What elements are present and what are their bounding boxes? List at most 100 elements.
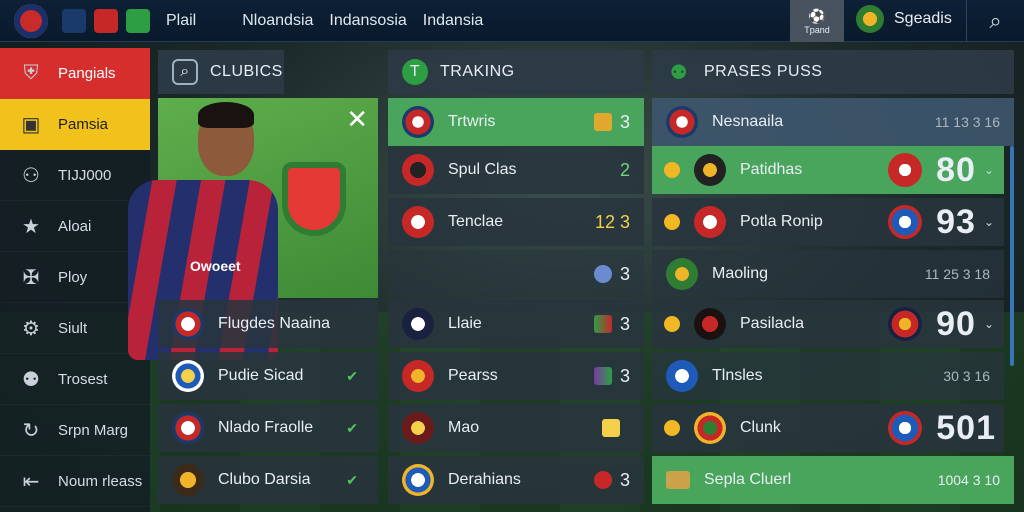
ranking-row[interactable]: Tenclae 12 3 xyxy=(388,198,644,246)
ranking-row[interactable]: Trtwris 3 xyxy=(388,98,644,146)
sidebar-item-label: Ploy xyxy=(58,268,88,286)
sidebar-item-label: Trosest xyxy=(58,370,108,388)
boot-mini-icon[interactable] xyxy=(126,8,150,33)
coin-icon xyxy=(664,214,680,230)
ranking-row[interactable]: Pearss 3 xyxy=(388,352,644,400)
team-icon: ⚉ xyxy=(22,368,40,391)
search-icon: ⌕ xyxy=(989,8,1002,33)
sidebar-item-srpn-marg[interactable]: ↻ Srpn Marg xyxy=(0,405,150,456)
nav-tab-4[interactable]: Indansia xyxy=(423,12,484,30)
prases-row-score: 80 xyxy=(936,150,976,189)
club-crest-icon xyxy=(402,412,434,444)
nav-tab-1[interactable]: Plail xyxy=(166,12,196,30)
shield-mini-icon[interactable] xyxy=(62,8,86,33)
sidebar-item-label: TIJJ000 xyxy=(58,166,112,184)
chevron-down-icon[interactable]: ⌄ xyxy=(984,317,994,331)
ranking-row-value: 3 xyxy=(619,365,630,386)
club-crest-icon xyxy=(694,206,726,238)
search-icon[interactable]: ⌕ xyxy=(172,59,198,85)
prases-row[interactable]: Patidhas 80 ⌄ xyxy=(652,146,1004,194)
ranking-row[interactable]: 3 xyxy=(388,250,644,298)
ranking-title: TRAKING xyxy=(440,63,515,80)
tpand-button[interactable]: ⚽ Tpand xyxy=(790,0,844,42)
club-crest-icon xyxy=(694,412,726,444)
badge-icon xyxy=(593,471,612,489)
prases-row[interactable]: Clunk 501 xyxy=(652,404,1004,452)
settings-icon: ⚙ xyxy=(22,317,40,340)
squads-button[interactable]: Sgeadis xyxy=(856,5,952,33)
prases-row-name: Clunk xyxy=(740,419,781,436)
chevron-down-icon[interactable]: ✔ xyxy=(346,420,358,437)
club-crest-icon xyxy=(172,360,204,392)
prases-row-name: Pasilacla xyxy=(740,315,805,332)
chevron-down-icon[interactable]: ⌄ xyxy=(984,215,994,229)
prases-row[interactable]: Maoling 11 25 3 18 xyxy=(652,250,1004,298)
ranking-row-value: 2 xyxy=(619,159,630,180)
prases-row[interactable]: Pasilacla 90 ⌄ xyxy=(652,300,1004,348)
prases-header: ⚉ PRASES PUSS xyxy=(652,50,1014,94)
ranking-row[interactable]: Spul Clas 2 xyxy=(388,146,644,194)
prases-row-name: Patidhas xyxy=(740,161,803,178)
chevron-down-icon[interactable]: ✔ xyxy=(346,368,358,385)
top-bar: Plail Nloandsia Indansosia Indansia ⚽ Tp… xyxy=(0,0,1024,42)
ranking-row-name: Tenclae xyxy=(448,213,504,230)
scrollbar[interactable] xyxy=(1010,146,1014,366)
prases-row[interactable]: Tlnsles 30 3 16 xyxy=(652,352,1004,400)
nav-tab-2[interactable]: Nloandsia xyxy=(242,12,313,30)
jersey-sponsor: Owoeet xyxy=(190,258,241,274)
ranking-row[interactable]: Llaie 3 xyxy=(388,300,644,348)
sidebar-item-pangials[interactable]: ⛨ Pangials xyxy=(0,48,150,99)
prases-row-score: 90 xyxy=(936,304,976,343)
club-crest-icon xyxy=(402,106,434,138)
clubs-header: ⌕ CLUBICS xyxy=(158,50,284,94)
opponent-crest-icon xyxy=(888,153,923,187)
club-crest-icon xyxy=(172,412,204,444)
club-row-name: Pudie Sicad xyxy=(218,367,304,384)
club-shield-icon xyxy=(282,162,346,236)
prases-row-name: Potla Ronip xyxy=(740,213,823,230)
club-mini-icon[interactable] xyxy=(94,8,118,33)
tpand-label: Tpand xyxy=(804,24,830,35)
club-row[interactable]: Flugdes Naaina xyxy=(158,300,378,348)
opponent-crest-icon xyxy=(888,307,923,341)
shield-icon: ⛨ xyxy=(23,61,39,84)
club-crest-icon xyxy=(666,258,698,290)
ranking-row[interactable]: Mao xyxy=(388,404,644,452)
search-button[interactable]: ⌕ xyxy=(966,0,1024,42)
sidebar-item-tijj000[interactable]: ⚇ TIJJ000 xyxy=(0,150,150,201)
prases-row[interactable]: Potla Ronip 93 ⌄ xyxy=(652,198,1004,246)
chat-icon: ▣ xyxy=(21,113,41,136)
person-icon: ⚇ xyxy=(22,164,40,187)
squads-crest-icon xyxy=(856,5,884,33)
club-row[interactable]: Nlado Fraolle ✔ xyxy=(158,404,378,452)
ranking-row-name: Trtwris xyxy=(448,113,496,130)
nav-tab-3[interactable]: Indansosia xyxy=(329,12,406,30)
club-crest-icon xyxy=(694,154,726,186)
coin-icon xyxy=(664,162,680,178)
ranking-row-name: Llaie xyxy=(448,315,482,332)
chevron-down-icon[interactable]: ✔ xyxy=(346,472,358,489)
ranking-row[interactable]: Derahians 3 xyxy=(388,456,644,504)
club-crest-icon xyxy=(402,154,434,186)
sidebar-item-trosest[interactable]: ⚉ Trosest xyxy=(0,354,150,405)
ranking-row-value: 3 xyxy=(619,111,630,132)
close-icon[interactable]: ✕ xyxy=(346,104,368,135)
club-row-name: Clubo Darsia xyxy=(218,471,311,488)
club-crest-icon xyxy=(402,206,434,238)
prases-row-score: 93 xyxy=(936,202,976,241)
prases-row[interactable]: Nesnaaila 11 13 3 16 xyxy=(652,98,1014,146)
opponent-crest-icon xyxy=(888,411,923,445)
club-crest-icon xyxy=(694,308,726,340)
club-row[interactable]: Pudie Sicad ✔ xyxy=(158,352,378,400)
prases-row-value: 11 25 3 18 xyxy=(924,266,990,282)
coin-icon xyxy=(664,316,680,332)
sidebar-item-noum-rleass[interactable]: ⇤ Noum rleass xyxy=(0,456,150,507)
sidebar-item-pamsia[interactable]: ▣ Pamsia xyxy=(0,99,150,150)
sidebar-item-label: Aloai xyxy=(58,217,92,235)
clubs-title: CLUBICS xyxy=(210,63,283,80)
prases-row[interactable]: Sepla Cluerl 1004 3 10 xyxy=(652,456,1014,504)
chevron-down-icon[interactable]: ⌄ xyxy=(984,163,994,177)
club-logo-icon[interactable] xyxy=(14,3,48,38)
club-row[interactable]: Clubo Darsia ✔ xyxy=(158,456,378,504)
prases-title: PRASES PUSS xyxy=(704,63,823,80)
